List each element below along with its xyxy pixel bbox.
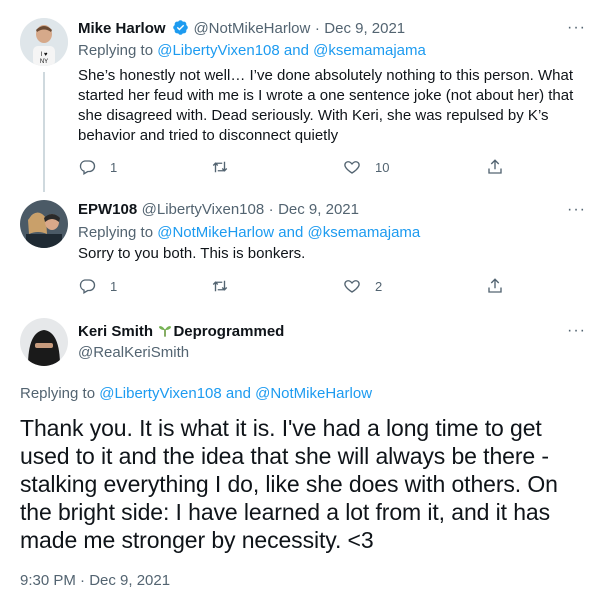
tweet-header: Mike Harlow @NotMikeHarlow · Dec 9, 2021 xyxy=(78,19,405,41)
more-options-icon[interactable]: ··· xyxy=(567,201,586,219)
replying-prefix: Replying to xyxy=(78,224,158,241)
handle[interactable]: @LibertyVixen108 xyxy=(142,201,265,218)
replying-prefix: Replying to xyxy=(20,385,100,402)
display-name[interactable]: Mike Harlow xyxy=(78,20,166,37)
like-count: 10 xyxy=(375,159,390,175)
tweet-actions: 1 2 xyxy=(78,277,588,297)
replying-to-handles[interactable]: @NotMikeHarlow and @ksemamajama xyxy=(157,224,420,241)
share-icon xyxy=(488,278,502,293)
handle[interactable]: @NotMikeHarlow xyxy=(193,20,310,37)
sprout-icon xyxy=(157,322,173,343)
svg-text:NY: NY xyxy=(40,59,48,65)
tweet-actions: 1 10 xyxy=(78,158,588,178)
retweet-icon xyxy=(212,161,228,173)
reply-button[interactable]: 1 xyxy=(78,277,117,295)
handle[interactable]: @RealKeriSmith xyxy=(78,344,189,361)
avatar[interactable] xyxy=(20,318,68,366)
reply-count: 1 xyxy=(110,159,118,175)
timestamp[interactable]: 9:30 PM · Dec 9, 2021 xyxy=(20,572,170,589)
separator: · xyxy=(314,20,320,37)
share-button[interactable] xyxy=(486,158,504,176)
svg-text:I ♥: I ♥ xyxy=(41,52,48,58)
tweet-date[interactable]: Dec 9, 2021 xyxy=(324,20,405,37)
thread-line xyxy=(43,72,45,192)
like-button[interactable]: 10 xyxy=(343,158,389,176)
main-tweet-header: Keri Smith Deprogrammed xyxy=(78,322,284,343)
like-button[interactable]: 2 xyxy=(343,277,382,295)
replying-to-handles[interactable]: @LibertyVixen108 and @ksemamajama xyxy=(157,42,426,59)
avatar[interactable]: I ♥ NY xyxy=(20,18,68,66)
tweet-header: EPW108 @LibertyVixen108 · Dec 9, 2021 xyxy=(78,201,359,219)
reply-icon xyxy=(79,279,96,294)
more-options-icon[interactable]: ··· xyxy=(567,19,586,37)
share-icon xyxy=(488,159,502,174)
like-count: 2 xyxy=(375,278,383,294)
separator: · xyxy=(268,201,274,218)
replying-to-handles[interactable]: @LibertyVixen108 and @NotMikeHarlow xyxy=(99,385,372,402)
display-name[interactable]: EPW108 xyxy=(78,201,137,218)
reply-count: 1 xyxy=(110,278,118,294)
reply-icon xyxy=(79,160,96,175)
tweet-text: She’s honestly not well… I’ve done absol… xyxy=(78,67,574,144)
heart-icon xyxy=(344,161,360,174)
tweet-text: Sorry to you both. This is bonkers. xyxy=(78,245,306,262)
avatar[interactable] xyxy=(20,200,68,248)
tweet-date[interactable]: Dec 9, 2021 xyxy=(278,201,359,218)
replying-prefix: Replying to xyxy=(78,42,158,59)
share-button[interactable] xyxy=(486,277,504,295)
display-name[interactable]: Keri Smith xyxy=(78,323,153,340)
replying-to: Replying to @NotMikeHarlow and @ksemamaj… xyxy=(78,224,420,241)
retweet-button[interactable] xyxy=(210,158,230,176)
reply-button[interactable]: 1 xyxy=(78,158,117,176)
replying-to: Replying to @LibertyVixen108 and @NotMik… xyxy=(20,385,372,402)
heart-icon xyxy=(344,280,360,293)
name-suffix: Deprogrammed xyxy=(173,323,285,340)
verified-badge-icon xyxy=(172,19,189,41)
main-tweet-text: Thank you. It is what it is. I've had a … xyxy=(20,415,558,553)
retweet-icon xyxy=(212,280,228,292)
replying-to: Replying to @LibertyVixen108 and @ksemam… xyxy=(78,42,426,59)
retweet-button[interactable] xyxy=(210,277,230,295)
more-options-icon[interactable]: ··· xyxy=(567,322,586,340)
